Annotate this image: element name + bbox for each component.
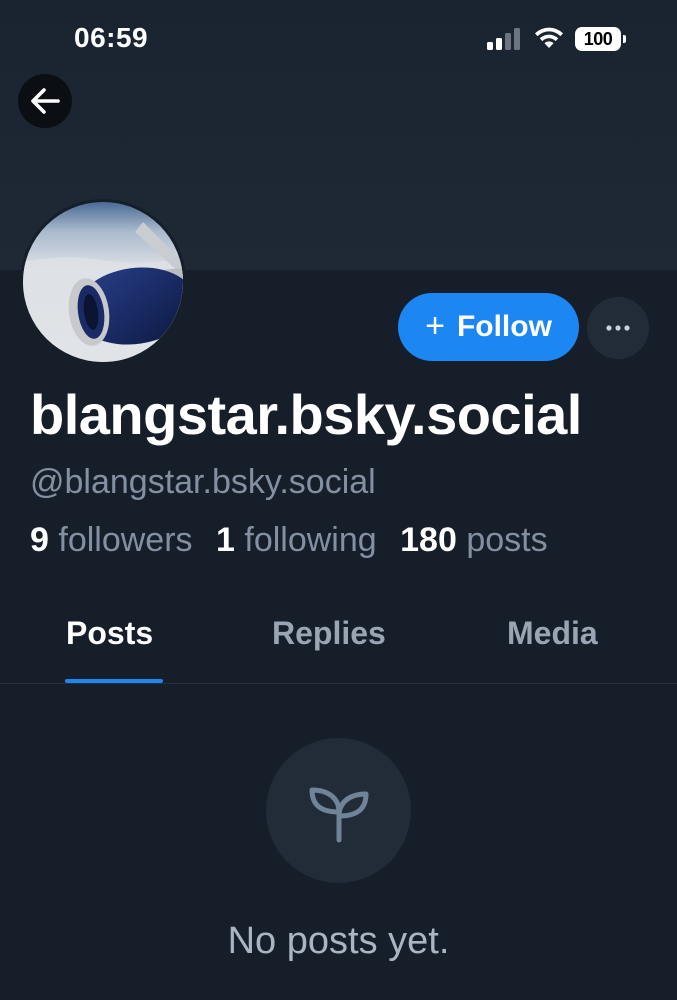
sprout-icon: [309, 787, 368, 842]
battery-level: 100: [575, 27, 621, 51]
posts-stat: 180 posts: [400, 521, 547, 559]
followers-stat[interactable]: 9 followers: [30, 521, 193, 559]
battery-indicator: 100: [575, 27, 627, 51]
battery-tip: [623, 35, 626, 43]
wifi-icon: [535, 27, 563, 48]
status-bar: 06:59 100: [0, 0, 677, 80]
tab-posts[interactable]: Posts: [66, 615, 153, 652]
following-label: following: [244, 521, 377, 559]
status-time: 06:59: [74, 22, 149, 53]
profile-stats: 9 followers 1 following 180 posts: [30, 521, 548, 560]
posts-count: 180: [400, 521, 457, 559]
tab-replies[interactable]: Replies: [272, 615, 386, 652]
active-tab-indicator: [65, 679, 163, 683]
back-button[interactable]: [18, 74, 72, 128]
more-options-button[interactable]: [587, 297, 649, 359]
tab-media[interactable]: Media: [507, 615, 598, 652]
follow-button[interactable]: + Follow: [398, 293, 579, 361]
empty-state-icon-container: [266, 738, 411, 883]
empty-state-message: No posts yet.: [227, 920, 450, 962]
following-stat[interactable]: 1 following: [216, 521, 377, 559]
display-name: blangstar.bsky.social: [30, 383, 582, 446]
arrow-left-icon: [31, 88, 60, 114]
profile-handle: @blangstar.bsky.social: [30, 463, 376, 501]
profile-tabs: Posts Replies Media: [0, 595, 677, 684]
posts-label: posts: [466, 521, 548, 559]
follow-label: Follow: [456, 310, 552, 343]
avatar[interactable]: [20, 199, 186, 365]
plus-icon: +: [425, 306, 445, 345]
ellipsis-icon: [606, 325, 630, 331]
followers-label: followers: [58, 521, 193, 559]
cellular-signal-icon: [487, 28, 520, 50]
avatar-image: [23, 202, 183, 362]
following-count: 1: [216, 521, 235, 559]
followers-count: 9: [30, 521, 49, 559]
profile-screen: 06:59 100 + Follow blangstar.bsky.social…: [0, 0, 677, 1000]
